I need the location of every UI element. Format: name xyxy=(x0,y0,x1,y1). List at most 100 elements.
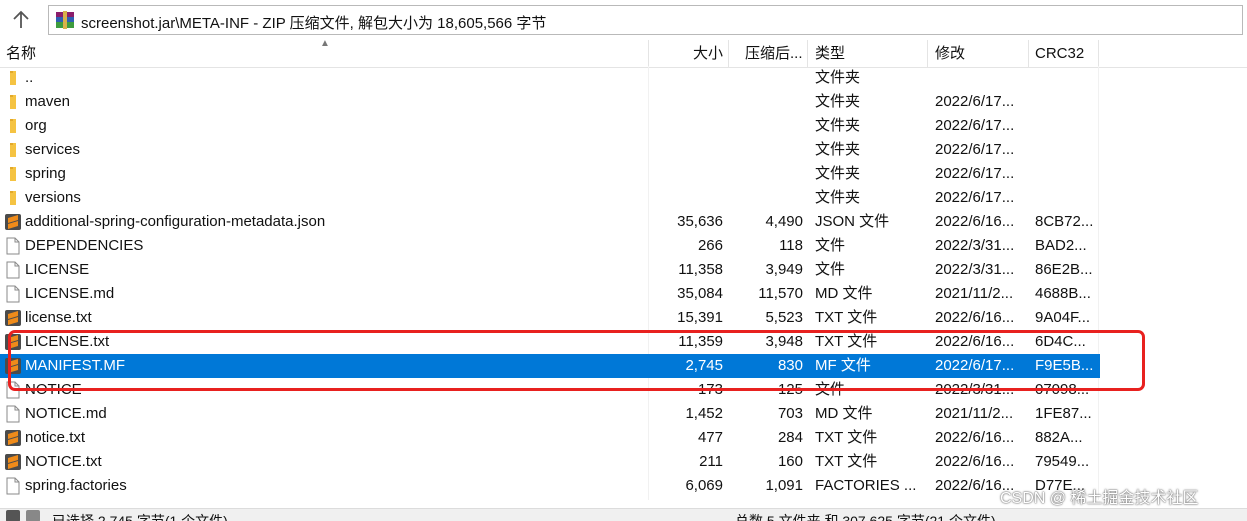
file-packed-size: 1,091 xyxy=(765,477,803,494)
file-row[interactable]: LICENSE 11,358 3,949 文件 2022/3/31... 86E2B... xyxy=(0,258,1100,282)
file-row[interactable]: versions 文件夹 2022/6/17... xyxy=(0,186,1100,210)
blank-file-icon xyxy=(4,405,22,423)
file-size: 266 xyxy=(697,237,723,254)
file-type: MD 文件 xyxy=(815,285,873,302)
file-size xyxy=(650,90,723,114)
file-size: 211 xyxy=(699,453,723,470)
column-header-name[interactable]: 名称 xyxy=(6,40,646,67)
file-modified: 2021/11/2... xyxy=(935,285,1014,302)
file-modified: 2022/6/16... xyxy=(935,429,1015,446)
file-row[interactable]: .. 文件夹 xyxy=(0,66,1100,90)
file-name: versions xyxy=(25,189,81,206)
file-packed-size xyxy=(728,162,803,186)
file-name: spring.factories xyxy=(25,477,127,494)
file-modified: 2022/3/31... xyxy=(935,261,1015,278)
path-text: screenshot.jar\META-INF - ZIP 压缩文件, 解包大小… xyxy=(81,15,547,32)
file-crc32 xyxy=(1035,186,1099,210)
file-row[interactable]: license.txt 15,391 5,523 TXT 文件 2022/6/16...… xyxy=(0,306,1100,330)
status-bar: 已选择 2,745 字节(1 个文件) 总数 5 文件夹 和 307,625 字… xyxy=(0,508,1247,521)
file-modified: 2022/6/17... xyxy=(935,165,1015,182)
file-type: 文件夹 xyxy=(815,141,861,158)
file-crc32 xyxy=(1035,90,1099,114)
sublime-file-icon xyxy=(4,213,22,231)
file-size xyxy=(650,66,723,90)
winrar-archive-icon xyxy=(56,11,74,29)
file-type: 文件夹 xyxy=(815,93,861,110)
file-packed-size: 160 xyxy=(777,453,803,470)
file-type: 文件夹 xyxy=(815,189,861,206)
file-packed-size xyxy=(728,66,803,90)
file-type: MD 文件 xyxy=(815,405,873,422)
sublime-file-icon xyxy=(4,453,22,471)
file-crc32 xyxy=(1035,114,1099,138)
file-row[interactable]: NOTICE.md 1,452 703 MD 文件 2021/11/2... 1FE87.… xyxy=(0,402,1100,426)
drive-icon xyxy=(6,510,20,521)
file-size xyxy=(650,114,723,138)
file-modified: 2022/3/31... xyxy=(935,237,1015,254)
key-icon xyxy=(26,510,40,521)
sublime-file-icon xyxy=(4,309,22,327)
file-size: 35,636 xyxy=(677,213,723,230)
file-name: NOTICE.md xyxy=(25,405,107,422)
file-name: maven xyxy=(25,93,71,110)
file-packed-size: 11,570 xyxy=(758,285,803,302)
file-row[interactable]: notice.txt 477 284 TXT 文件 2022/6/16... 882A..… xyxy=(0,426,1100,450)
file-row[interactable]: services 文件夹 2022/6/17... xyxy=(0,138,1100,162)
file-packed-size xyxy=(728,138,803,162)
file-name: services xyxy=(25,141,81,158)
file-crc32 xyxy=(1035,66,1099,90)
path-field[interactable]: screenshot.jar\META-INF - ZIP 压缩文件, 解包大小… xyxy=(48,5,1243,35)
blank-file-icon xyxy=(4,237,22,255)
column-header-row: ▲ 名称 大小 压缩后... 类型 修改 CRC32 xyxy=(0,38,1247,68)
file-crc32: BAD2... xyxy=(1035,237,1087,254)
file-packed-size: 703 xyxy=(777,405,803,422)
file-type: TXT 文件 xyxy=(815,453,878,470)
folder-icon xyxy=(4,141,22,159)
file-crc32: 86E2B... xyxy=(1035,261,1093,278)
file-size: 35,084 xyxy=(677,285,723,302)
file-type: JSON 文件 xyxy=(815,213,890,230)
file-name: DEPENDENCIES xyxy=(25,237,144,254)
file-row[interactable]: NOTICE.txt 211 160 TXT 文件 2022/6/16... 79549.… xyxy=(0,450,1100,474)
file-modified: 2022/6/17... xyxy=(935,93,1015,110)
address-bar: screenshot.jar\META-INF - ZIP 压缩文件, 解包大小… xyxy=(0,0,1247,40)
file-name: notice.txt xyxy=(25,429,86,446)
file-type: 文件 xyxy=(815,237,846,254)
folder-icon xyxy=(4,69,22,87)
file-type: 文件夹 xyxy=(815,69,861,86)
column-header-size[interactable]: 大小 xyxy=(650,40,723,67)
file-row[interactable]: DEPENDENCIES 266 118 文件 2022/3/31... BAD2... xyxy=(0,234,1100,258)
file-type: TXT 文件 xyxy=(815,309,878,326)
file-row[interactable]: LICENSE.md 35,084 11,570 MD 文件 2021/11/2... 4… xyxy=(0,282,1100,306)
file-modified: 2021/11/2... xyxy=(935,405,1014,422)
file-row[interactable]: spring 文件夹 2022/6/17... xyxy=(0,162,1100,186)
file-name: org xyxy=(25,117,47,134)
file-size xyxy=(650,138,723,162)
file-packed-size: 4,490 xyxy=(765,213,803,230)
file-size xyxy=(650,186,723,210)
file-row[interactable]: org 文件夹 2022/6/17... xyxy=(0,114,1100,138)
folder-icon xyxy=(4,165,22,183)
file-packed-size: 3,949 xyxy=(765,261,803,278)
file-row[interactable]: spring.factories 6,069 1,091 FACTORIES ... 2… xyxy=(0,474,1100,498)
file-name: spring xyxy=(25,165,66,182)
column-header-packed[interactable]: 压缩后... xyxy=(745,40,807,67)
file-name: NOTICE.txt xyxy=(25,453,102,470)
file-row[interactable]: additional-spring-configuration-metadata… xyxy=(0,210,1100,234)
folder-icon xyxy=(4,93,22,111)
blank-file-icon xyxy=(4,477,22,495)
column-header-crc32[interactable]: CRC32 xyxy=(1035,40,1099,67)
watermark-text: CSDN @ 稀土掘金技术社区 xyxy=(1000,490,1199,507)
file-type: 文件夹 xyxy=(815,117,861,134)
column-header-type[interactable]: 类型 xyxy=(815,40,925,67)
file-row[interactable]: maven 文件夹 2022/6/17... xyxy=(0,90,1100,114)
file-crc32: 4688B... xyxy=(1035,285,1091,302)
up-arrow-button[interactable] xyxy=(8,6,34,34)
file-size: 11,358 xyxy=(678,261,723,278)
column-header-modified[interactable]: 修改 xyxy=(935,40,1027,67)
file-crc32: 79549... xyxy=(1035,453,1090,470)
file-size: 6,069 xyxy=(685,477,723,494)
file-size: 1,452 xyxy=(685,405,723,422)
file-crc32: 1FE87... xyxy=(1035,405,1092,422)
file-packed-size xyxy=(728,114,803,138)
